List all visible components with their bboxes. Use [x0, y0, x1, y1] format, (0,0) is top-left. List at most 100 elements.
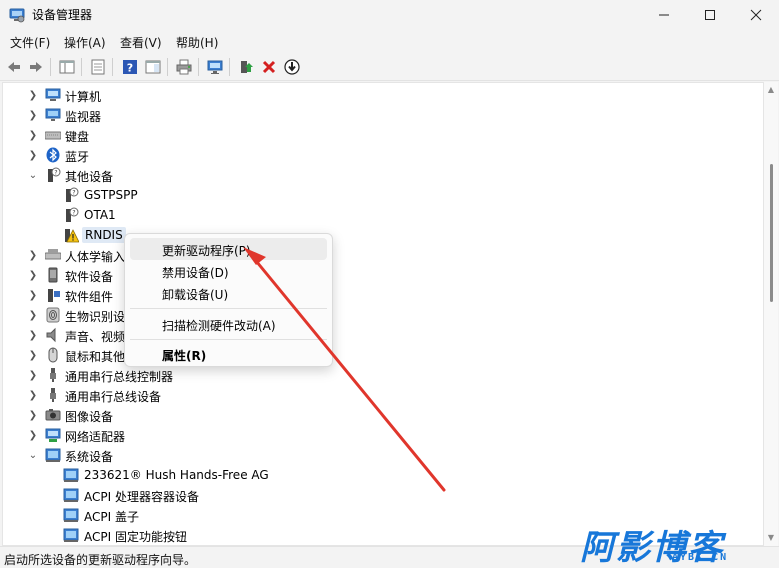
menu-file[interactable]: 文件(F)	[10, 34, 50, 51]
chevron-right-icon[interactable]: ❯	[27, 369, 39, 381]
chevron-right-icon[interactable]: ❯	[27, 249, 39, 261]
chevron-down-icon[interactable]: ⌄	[27, 449, 39, 461]
tree-item-software-devices[interactable]: ❯ 软件设备	[3, 265, 763, 285]
maximize-button[interactable]	[687, 0, 733, 30]
print-button[interactable]	[174, 57, 194, 77]
usb-icon	[50, 388, 56, 402]
update-driver-button[interactable]	[236, 57, 256, 77]
software-device-icon	[48, 267, 58, 283]
tree-item-label: 软件设备	[65, 270, 114, 284]
chevron-right-icon[interactable]: ❯	[27, 269, 39, 281]
tree-item-system-devices[interactable]: ⌄ 系统设备	[3, 445, 763, 465]
tree-item-hush-hands-free[interactable]: 233621® Hush Hands-Free AG	[3, 465, 763, 485]
show-hide-console-tree-button[interactable]	[57, 57, 77, 77]
properties-icon	[91, 59, 105, 75]
tree-item-label: 鼠标和其他	[65, 350, 126, 364]
tree-item-gstpspp[interactable]: ? GSTPSPP	[3, 185, 763, 205]
status-text: 启动所选设备的更新驱动程序向导。	[4, 553, 197, 567]
tree-item-computer[interactable]: ❯ 计算机	[3, 85, 763, 105]
tree-item-label: 其他设备	[65, 170, 114, 184]
menu-item-properties[interactable]: 属性(R)	[162, 347, 206, 364]
tree-item-label: 计算机	[65, 90, 102, 104]
tree-item-biometric[interactable]: ❯ 生物识别设	[3, 305, 763, 325]
chevron-right-icon[interactable]: ❯	[27, 289, 39, 301]
back-button[interactable]	[4, 57, 24, 77]
tree-item-label: ACPI 盖子	[84, 510, 139, 524]
scroll-thumb[interactable]	[770, 164, 773, 302]
properties-button[interactable]	[88, 57, 108, 77]
tree-item-imaging-devices[interactable]: ❯ 图像设备	[3, 405, 763, 425]
svg-text:?: ?	[127, 62, 133, 75]
chevron-right-icon[interactable]: ❯	[27, 429, 39, 441]
help-button[interactable]: ?	[120, 57, 140, 77]
device-tree: ❯ 计算机 ❯ 监视器 ❯ 键盘 ❯ 蓝牙 ⌄ ? 其他设备 ? GSTPSPP…	[2, 82, 764, 546]
action-pane-button[interactable]	[143, 57, 163, 77]
tree-item-mouse[interactable]: ❯ 鼠标和其他	[3, 345, 763, 365]
menu-item-uninstall-device[interactable]: 卸载设备(U)	[162, 286, 228, 303]
tree-item-label: GSTPSPP	[84, 188, 138, 202]
close-button[interactable]	[733, 0, 779, 30]
chevron-right-icon[interactable]: ❯	[27, 129, 39, 141]
scan-hardware-button[interactable]	[205, 57, 225, 77]
scroll-up-icon[interactable]: ▲	[767, 86, 775, 94]
forward-button[interactable]	[26, 57, 46, 77]
tree-item-sound-video[interactable]: ❯ 声音、视频	[3, 325, 763, 345]
menu-bar: 文件(F) 操作(A) 查看(V) 帮助(H)	[0, 30, 779, 52]
tree-item-ota1[interactable]: ? OTA1	[3, 205, 763, 225]
tree-item-usb-controllers[interactable]: ❯ 通用串行总线控制器	[3, 365, 763, 385]
chevron-right-icon[interactable]: ❯	[27, 349, 39, 361]
tree-item-label: OTA1	[84, 208, 116, 222]
tree-item-software-components[interactable]: ❯ 软件组件	[3, 285, 763, 305]
tree-item-label: 蓝牙	[65, 150, 90, 164]
chevron-right-icon[interactable]: ❯	[27, 309, 39, 321]
vertical-scrollbar[interactable]: ▲ ▼	[764, 82, 778, 546]
menu-help[interactable]: 帮助(H)	[176, 34, 218, 51]
tree-item-label: 通用串行总线控制器	[65, 370, 174, 384]
tree-item-hid[interactable]: ❯ 人体学输入	[3, 245, 763, 265]
speaker-icon	[46, 327, 56, 343]
chevron-right-icon[interactable]: ❯	[27, 329, 39, 341]
computer-icon	[45, 88, 61, 101]
software-component-icon	[48, 289, 60, 302]
minimize-button[interactable]	[641, 0, 687, 30]
monitor-icon	[45, 108, 61, 121]
tree-item-usb-devices[interactable]: ❯ 通用串行总线设备	[3, 385, 763, 405]
system-device-icon	[63, 528, 79, 542]
printer-icon	[176, 59, 192, 75]
chevron-right-icon[interactable]: ❯	[27, 89, 39, 101]
chevron-right-icon[interactable]: ❯	[27, 389, 39, 401]
tree-item-label: 生物识别设	[65, 310, 126, 324]
menu-item-disable-device[interactable]: 禁用设备(D)	[162, 264, 229, 281]
unknown-device-icon: ?	[66, 207, 79, 222]
menu-action[interactable]: 操作(A)	[64, 34, 106, 51]
chevron-right-icon[interactable]: ❯	[27, 149, 39, 161]
tree-item-network-adapters[interactable]: ❯ 网络适配器	[3, 425, 763, 445]
toolbar-separator	[112, 58, 113, 76]
tree-item-keyboard[interactable]: ❯ 键盘	[3, 125, 763, 145]
tree-item-monitor[interactable]: ❯ 监视器	[3, 105, 763, 125]
menu-separator	[130, 339, 327, 340]
tree-item-label: 网络适配器	[65, 430, 126, 444]
tree-item-label: RNDIS	[82, 227, 126, 243]
tree-item-rndis[interactable]: RNDIS	[3, 225, 763, 245]
tree-item-label: ACPI 固定功能按钮	[84, 530, 187, 544]
system-device-icon	[63, 508, 79, 522]
svg-text:?: ?	[72, 190, 75, 197]
chevron-right-icon[interactable]: ❯	[27, 109, 39, 121]
context-menu: 更新驱动程序(P) 禁用设备(D) 卸载设备(U) 扫描检测硬件改动(A) 属性…	[124, 233, 333, 367]
svg-text:?: ?	[54, 170, 57, 177]
tree-item-label: 软件组件	[65, 290, 114, 304]
tree-item-other-devices[interactable]: ⌄ ? 其他设备	[3, 165, 763, 185]
tree-item-acpi-processor-container[interactable]: ACPI 处理器容器设备	[3, 485, 763, 505]
menu-item-scan-hardware[interactable]: 扫描检测硬件改动(A)	[162, 317, 276, 334]
tree-item-bluetooth[interactable]: ❯ 蓝牙	[3, 145, 763, 165]
chevron-down-icon[interactable]: ⌄	[27, 169, 39, 181]
action-pane-icon	[145, 60, 161, 74]
menu-item-update-driver[interactable]: 更新驱动程序(P)	[162, 242, 251, 259]
toolbar-separator	[198, 58, 199, 76]
uninstall-device-button[interactable]	[259, 57, 279, 77]
disable-device-button[interactable]	[282, 57, 302, 77]
menu-view[interactable]: 查看(V)	[120, 34, 162, 51]
toolbar-separator	[167, 58, 168, 76]
chevron-right-icon[interactable]: ❯	[27, 409, 39, 421]
